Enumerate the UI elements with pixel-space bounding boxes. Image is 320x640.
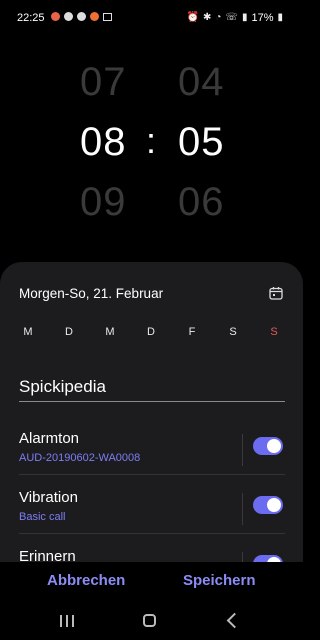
setting-row-vibration[interactable]: Vibration Basic call — [0, 489, 303, 549]
notification-icon-3 — [77, 12, 86, 21]
day-tuesday[interactable]: D — [60, 326, 78, 338]
wifi-icon: ◔ — [215, 12, 222, 23]
day-wednesday[interactable]: M — [101, 326, 119, 338]
minute-prev[interactable]: 04 — [178, 60, 225, 105]
alarm-icon: ⏰ — [186, 12, 199, 23]
day-saturday[interactable]: S — [224, 326, 242, 338]
alarm-name-value: Spickipedia — [19, 377, 106, 396]
notification-icon-2 — [64, 12, 73, 21]
setting-title: Vibration — [19, 489, 78, 506]
day-monday[interactable]: M — [19, 326, 37, 338]
home-icon[interactable] — [143, 614, 156, 627]
setting-title: Erinnern — [19, 548, 76, 562]
toggle-knob — [267, 439, 281, 453]
divider — [242, 493, 243, 525]
day-friday[interactable]: F — [183, 326, 201, 338]
date-label: Morgen-So, 21. Februar — [19, 286, 164, 301]
cancel-button[interactable]: Abbrechen — [47, 572, 125, 589]
setting-subtitle: Basic call — [19, 511, 66, 523]
hour-prev[interactable]: 07 — [80, 60, 127, 105]
divider — [242, 552, 243, 562]
notification-icon-4 — [90, 12, 99, 21]
setting-row-snooze[interactable]: Erinnern — [0, 548, 303, 562]
snooze-toggle[interactable] — [253, 555, 283, 562]
minute-current[interactable]: 05 — [178, 120, 225, 165]
save-button[interactable]: Speichern — [183, 572, 256, 589]
recent-apps-icon[interactable] — [60, 615, 74, 627]
notification-icon-1 — [51, 12, 60, 21]
call-icon: ☏ — [225, 12, 238, 23]
signal-icon: ▮ — [241, 12, 248, 23]
hour-current[interactable]: 08 — [80, 120, 127, 165]
back-icon[interactable] — [226, 612, 243, 629]
alarm-tone-toggle[interactable] — [253, 437, 283, 455]
notification-icons — [51, 12, 112, 21]
row-divider — [19, 474, 285, 475]
minute-next[interactable]: 06 — [178, 180, 225, 225]
toggle-knob — [267, 498, 281, 512]
setting-row-alarm-tone[interactable]: Alarmton AUD-20190602-WA0008 — [0, 430, 303, 490]
navigation-bar — [0, 602, 303, 640]
day-thursday[interactable]: D — [142, 326, 160, 338]
bluetooth-icon: ✱ — [202, 12, 212, 23]
setting-title: Alarmton — [19, 430, 80, 447]
alarm-settings-sheet: Morgen-So, 21. Februar M D M D F S S Spi… — [0, 262, 303, 562]
status-bar: 22:25 ⏰ ✱ ◔ ☏ ▮ 17% ▮ — [0, 0, 303, 34]
vibration-toggle[interactable] — [253, 496, 283, 514]
row-divider — [19, 533, 285, 534]
gallery-icon — [103, 12, 112, 21]
weekday-selector: M D M D F S S — [0, 326, 303, 342]
time-separator: : — [146, 120, 157, 161]
system-icons: ⏰ ✱ ◔ ☏ ▮ 17% ▮ — [187, 12, 283, 24]
status-time: 22:25 — [17, 12, 45, 24]
battery-icon: ▮ — [277, 12, 283, 23]
alarm-name-input[interactable]: Spickipedia — [19, 373, 285, 402]
setting-subtitle: AUD-20190602-WA0008 — [19, 452, 141, 464]
divider — [242, 434, 243, 466]
calendar-icon[interactable] — [269, 286, 283, 300]
battery-percent: 17% — [251, 12, 274, 24]
hour-next[interactable]: 09 — [80, 180, 127, 225]
day-sunday[interactable]: S — [265, 326, 283, 338]
action-bar: Abbrechen Speichern — [0, 562, 303, 602]
